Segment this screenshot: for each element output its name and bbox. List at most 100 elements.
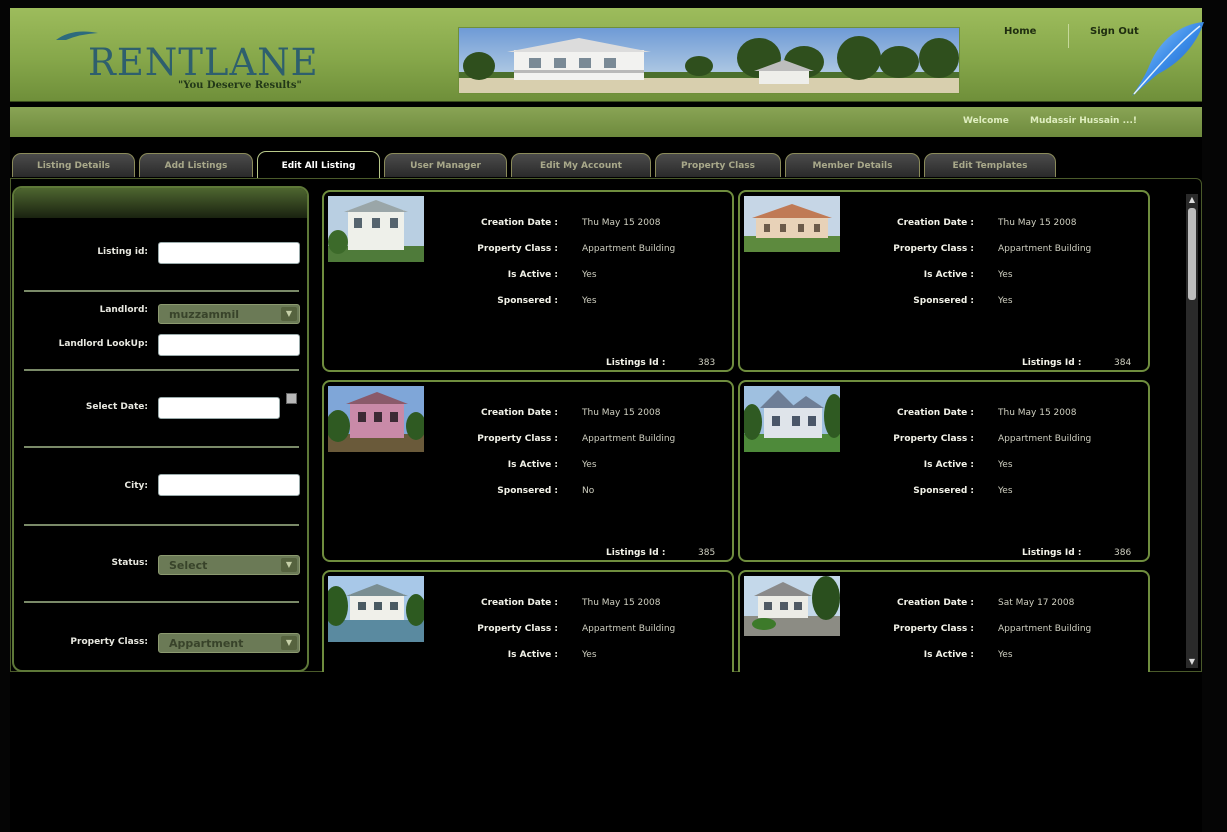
creation-date-label: Creation Date : xyxy=(896,218,974,228)
property-class-label: Property Class : xyxy=(477,434,558,444)
listings-scrollbar[interactable]: ▲ ▼ xyxy=(1186,194,1198,668)
divider xyxy=(24,290,299,292)
is-active-label: Is Active : xyxy=(923,650,974,660)
creation-date-value: Thu May 15 2008 xyxy=(582,598,661,608)
property-class-value: Appartment Building xyxy=(582,434,676,444)
listings-id-value: 386 xyxy=(1114,548,1132,558)
sponsored-label: Sponsered : xyxy=(497,296,558,306)
listing-id-input[interactable] xyxy=(158,242,300,264)
divider xyxy=(24,369,299,371)
property-class-label: Property Class : xyxy=(893,434,974,444)
property-class-value: Appartment Building xyxy=(582,624,676,634)
property-thumbnail[interactable] xyxy=(328,196,424,262)
property-class-label: Property Class: xyxy=(70,637,148,647)
property-class-label: Property Class : xyxy=(477,244,558,254)
property-class-label: Property Class : xyxy=(893,244,974,254)
tagline: "You Deserve Results" xyxy=(178,80,302,91)
scroll-up-icon[interactable]: ▲ xyxy=(1186,194,1198,206)
property-class-value: Appartment Building xyxy=(582,244,676,254)
tab-user-manager[interactable]: User Manager xyxy=(384,153,507,177)
property-thumbnail[interactable] xyxy=(744,386,840,452)
listings-id-label: Listings Id : xyxy=(1022,548,1082,558)
listings-id-label: Listings Id : xyxy=(606,548,666,558)
scroll-down-icon[interactable]: ▼ xyxy=(1186,656,1198,668)
divider xyxy=(24,446,299,448)
calendar-icon[interactable] xyxy=(286,393,297,404)
nav-divider xyxy=(1068,24,1069,48)
creation-date-label: Creation Date : xyxy=(896,598,974,608)
creation-date-label: Creation Date : xyxy=(480,408,558,418)
listings-id-label: Listings Id : xyxy=(606,358,666,368)
property-thumbnail[interactable] xyxy=(744,196,840,252)
header: RENTLANE "You Deserve Results" Home Sign… xyxy=(10,8,1204,102)
sponsored-label: Sponsered : xyxy=(913,486,974,496)
tab-bar: Listing Details Add Listings Edit All Li… xyxy=(10,151,1202,179)
is-active-value: Yes xyxy=(998,650,1013,660)
tab-add-listings[interactable]: Add Listings xyxy=(139,153,253,177)
is-active-label: Is Active : xyxy=(507,270,558,280)
status-selected-value: Select xyxy=(169,559,208,572)
tab-listing-details[interactable]: Listing Details xyxy=(12,153,135,177)
property-thumbnail[interactable] xyxy=(744,576,840,636)
city-label: City: xyxy=(124,481,148,491)
chevron-down-icon: ▼ xyxy=(281,636,297,650)
landlord-label: Landlord: xyxy=(99,305,148,315)
listings-id-value: 385 xyxy=(698,548,716,558)
listings-grid: Creation Date : Thu May 15 2008 Property… xyxy=(322,190,1190,672)
is-active-label: Is Active : xyxy=(507,650,558,660)
creation-date-value: Thu May 15 2008 xyxy=(998,218,1077,228)
banner-image xyxy=(458,27,960,94)
select-date-label: Select Date: xyxy=(85,402,148,412)
listing-card[interactable]: Creation Date : Thu May 15 2008 Property… xyxy=(738,380,1150,562)
creation-date-label: Creation Date : xyxy=(480,598,558,608)
property-thumbnail[interactable] xyxy=(328,386,424,452)
listing-card[interactable]: Creation Date : Thu May 15 2008 Property… xyxy=(322,380,734,562)
is-active-value: Yes xyxy=(998,270,1013,280)
feather-icon xyxy=(1132,22,1204,96)
tab-property-class[interactable]: Property Class xyxy=(655,153,781,177)
sponsored-value: No xyxy=(582,486,595,496)
is-active-value: Yes xyxy=(582,460,597,470)
tab-edit-all-listing[interactable]: Edit All Listing xyxy=(257,151,380,179)
sponsored-value: Yes xyxy=(998,296,1013,306)
is-active-value: Yes xyxy=(998,460,1013,470)
creation-date-value: Thu May 15 2008 xyxy=(998,408,1077,418)
sponsored-label: Sponsered : xyxy=(913,296,974,306)
tab-edit-templates[interactable]: Edit Templates xyxy=(924,153,1056,177)
sponsored-value: Yes xyxy=(998,486,1013,496)
property-thumbnail[interactable] xyxy=(328,576,424,642)
select-date-input[interactable] xyxy=(158,397,280,419)
landlord-selected-value: muzzammil xyxy=(169,308,239,321)
property-class-value: Appartment Building xyxy=(998,244,1092,254)
creation-date-value: Sat May 17 2008 xyxy=(998,598,1075,608)
sidebar-header xyxy=(14,188,307,218)
property-class-value: Appartment Building xyxy=(998,434,1092,444)
property-class-select[interactable]: Appartment ▼ xyxy=(158,633,300,653)
city-input[interactable] xyxy=(158,474,300,496)
status-select[interactable]: Select ▼ xyxy=(158,555,300,575)
property-class-selected-value: Appartment xyxy=(169,637,244,650)
listing-card[interactable]: Creation Date : Thu May 15 2008 Property… xyxy=(322,570,734,672)
property-class-label: Property Class : xyxy=(893,624,974,634)
welcome-label: Welcome xyxy=(963,116,1009,126)
landlord-lookup-label: Landlord LookUp: xyxy=(58,339,148,349)
listing-card[interactable]: Creation Date : Sat May 17 2008 Property… xyxy=(738,570,1150,672)
tab-member-details[interactable]: Member Details xyxy=(785,153,920,177)
creation-date-value: Thu May 15 2008 xyxy=(582,218,661,228)
listing-card[interactable]: Creation Date : Thu May 15 2008 Property… xyxy=(738,190,1150,372)
listing-card[interactable]: Creation Date : Thu May 15 2008 Property… xyxy=(322,190,734,372)
chevron-down-icon: ▼ xyxy=(281,307,297,321)
landlord-lookup-input[interactable] xyxy=(158,334,300,356)
listing-id-label: Listing id: xyxy=(97,247,148,257)
creation-date-label: Creation Date : xyxy=(480,218,558,228)
status-label: Status: xyxy=(111,558,148,568)
landlord-select[interactable]: muzzammil ▼ xyxy=(158,304,300,324)
sponsored-value: Yes xyxy=(582,296,597,306)
is-active-label: Is Active : xyxy=(923,270,974,280)
scrollbar-thumb[interactable] xyxy=(1188,208,1196,300)
tab-edit-my-account[interactable]: Edit My Account xyxy=(511,153,651,177)
logo: RENTLANE xyxy=(88,41,319,84)
filter-sidebar: Listing id: Landlord: muzzammil ▼ Landlo… xyxy=(12,186,309,672)
home-link[interactable]: Home xyxy=(1004,26,1036,37)
sponsored-label: Sponsered : xyxy=(497,486,558,496)
